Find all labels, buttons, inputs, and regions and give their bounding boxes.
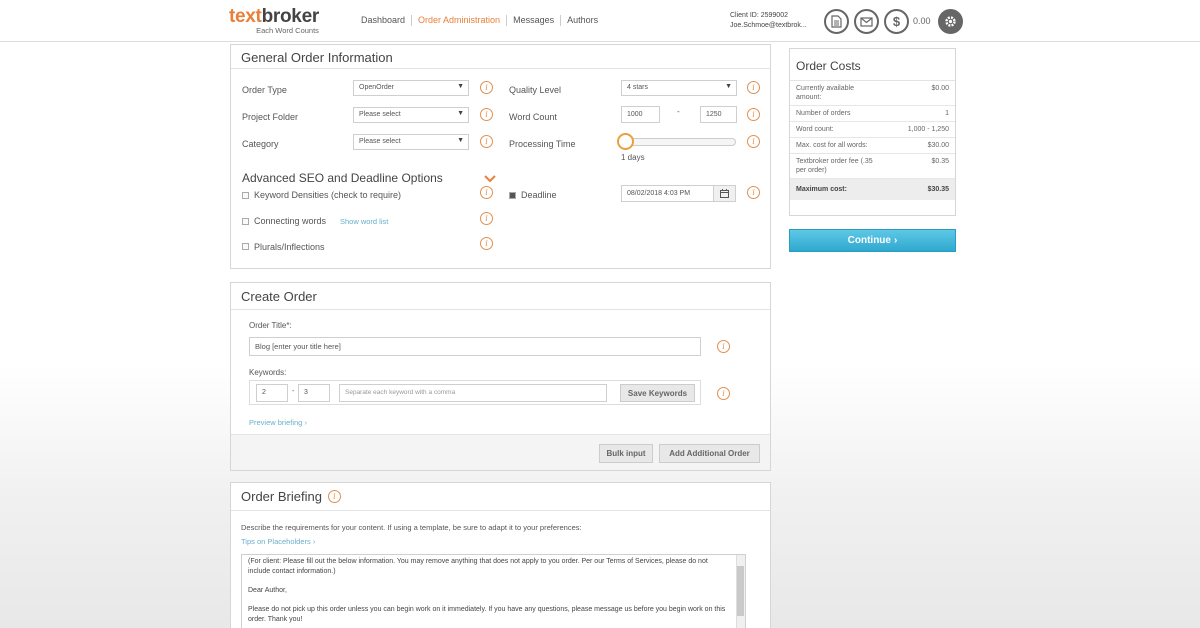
preview-briefing-link[interactable]: Preview briefing ›: [249, 418, 307, 427]
order-title-input[interactable]: Blog [enter your title here]: [249, 337, 701, 356]
word-count-separator: -: [677, 107, 680, 116]
create-order-panel: Create Order Order Title*: Blog [enter y…: [230, 282, 771, 471]
client-info: Client ID: 2599002 Joe.Schmoe@textbrok..…: [730, 11, 807, 31]
category-select[interactable]: Please select ▼: [353, 134, 469, 150]
keyword-min-input[interactable]: 2: [256, 384, 288, 402]
scrollbar[interactable]: [736, 555, 745, 628]
cost-row-orders: Number of orders 1: [790, 106, 955, 122]
info-icon[interactable]: i: [717, 387, 730, 400]
dropdown-arrow-icon: ▼: [457, 83, 464, 90]
dropdown-arrow-icon: ▼: [457, 137, 464, 144]
connecting-words-label: Connecting words: [254, 216, 327, 226]
cost-row-total: Maximum cost: $30.35: [790, 179, 955, 200]
slider-handle[interactable]: [617, 133, 634, 150]
info-icon[interactable]: i: [747, 81, 760, 94]
nav-dashboard[interactable]: Dashboard: [355, 15, 413, 26]
category-label: Category: [242, 139, 279, 149]
plurals-label: Plurals/Inflections: [254, 242, 325, 252]
cost-row-max-cost: Max. cost for all words: $30.00: [790, 138, 955, 154]
mail-icon[interactable]: [854, 9, 879, 34]
textbroker-logo[interactable]: textbroker Each Word Counts: [229, 7, 319, 36]
panel-title: Order Briefing: [241, 489, 322, 504]
info-icon[interactable]: i: [747, 186, 760, 199]
calendar-icon[interactable]: [713, 185, 736, 202]
info-icon[interactable]: i: [480, 108, 493, 121]
main-nav: Dashboard Order Administration Messages …: [355, 15, 604, 26]
deadline-input[interactable]: 08/02/2018 4:03 PM: [621, 185, 714, 202]
project-folder-label: Project Folder: [242, 112, 299, 122]
keyword-max-input[interactable]: 3: [298, 384, 330, 402]
tips-on-placeholders-link[interactable]: Tips on Placeholders ›: [241, 537, 315, 546]
client-id: Client ID: 2599002: [730, 12, 788, 19]
keywords-group: 2 - 3 Separate each keyword with a comma…: [249, 380, 701, 405]
scrollbar-thumb[interactable]: [737, 566, 744, 616]
dropdown-arrow-icon: ▼: [725, 83, 732, 90]
nav-messages[interactable]: Messages: [507, 15, 562, 26]
word-count-min-input[interactable]: 1000: [621, 106, 660, 123]
quality-level-label: Quality Level: [509, 85, 562, 95]
order-costs-title: Order Costs: [790, 49, 955, 81]
word-count-max-input[interactable]: 1250: [700, 106, 737, 123]
info-icon[interactable]: i: [480, 186, 493, 199]
plurals-checkbox[interactable]: [242, 243, 249, 250]
dropdown-arrow-icon: ▼: [457, 110, 464, 117]
save-keywords-button[interactable]: Save Keywords: [620, 384, 695, 402]
connecting-words-checkbox[interactable]: [242, 218, 249, 225]
account-balance: 0.00: [913, 16, 931, 26]
continue-button[interactable]: Continue ›: [789, 229, 956, 252]
advanced-options-title: Advanced SEO and Deadline Options: [242, 171, 443, 185]
chevron-right-icon: ›: [893, 235, 898, 246]
keywords-input[interactable]: Separate each keyword with a comma: [339, 384, 607, 402]
keyword-densities-label: Keyword Densities (check to require): [254, 190, 402, 200]
info-icon[interactable]: i: [327, 490, 341, 503]
create-order-footer: Bulk input Add Additional Order: [231, 434, 770, 470]
top-bar: textbroker Each Word Counts Dashboard Or…: [0, 0, 1200, 42]
processing-time-label: Processing Time: [509, 139, 576, 149]
order-briefing-header: Order Briefing i: [231, 483, 770, 511]
order-type-label: Order Type: [242, 85, 287, 95]
chevron-right-icon: ›: [304, 418, 307, 427]
document-icon[interactable]: [824, 9, 849, 34]
nav-order-administration[interactable]: Order Administration: [412, 15, 508, 26]
dollar-icon[interactable]: $: [884, 9, 909, 34]
add-additional-order-button[interactable]: Add Additional Order: [659, 444, 760, 463]
info-icon[interactable]: i: [480, 135, 493, 148]
order-title-label: Order Title*:: [249, 321, 292, 330]
panel-title: Create Order: [231, 283, 770, 310]
general-order-panel: General Order Information Order Type Ope…: [230, 44, 771, 269]
client-email: Joe.Schmoe@textbrok...: [730, 22, 807, 29]
gear-icon[interactable]: [938, 9, 963, 34]
order-type-select[interactable]: OpenOrder ▼: [353, 80, 469, 96]
info-icon[interactable]: i: [747, 135, 760, 148]
deadline-checkbox[interactable]: [509, 192, 516, 199]
keywords-label: Keywords:: [249, 368, 287, 377]
cost-row-available: Currently available amount: $0.00: [790, 81, 955, 106]
processing-time-slider[interactable]: [623, 138, 736, 146]
info-icon[interactable]: i: [480, 212, 493, 225]
quality-level-select[interactable]: 4 stars ▼: [621, 80, 737, 96]
panel-title: General Order Information: [231, 45, 770, 69]
cost-row-word-count: Word count: 1,000 - 1,250: [790, 122, 955, 138]
chevron-right-icon: ›: [312, 537, 316, 546]
word-count-label: Word Count: [509, 112, 557, 122]
processing-time-value: 1 days: [621, 153, 645, 162]
info-icon[interactable]: i: [747, 108, 760, 121]
briefing-description: Describe the requirements for your conte…: [241, 523, 582, 532]
order-costs-panel: Order Costs Currently available amount: $…: [789, 48, 956, 216]
project-folder-select[interactable]: Please select ▼: [353, 107, 469, 123]
nav-authors[interactable]: Authors: [561, 15, 604, 26]
chevron-down-icon[interactable]: [484, 175, 496, 183]
cost-row-fee: Textbroker order fee (.35 per order) $0.3…: [790, 154, 955, 179]
keyword-densities-checkbox[interactable]: [242, 192, 249, 199]
info-icon[interactable]: i: [480, 81, 493, 94]
deadline-label: Deadline: [521, 190, 557, 200]
logo-tagline: Each Word Counts: [256, 26, 319, 35]
briefing-textarea[interactable]: (For client: Please fill out the below i…: [241, 554, 746, 628]
bulk-input-button[interactable]: Bulk input: [599, 444, 653, 463]
keyword-separator: -: [292, 388, 295, 395]
show-word-list-link[interactable]: Show word list: [340, 217, 388, 226]
info-icon[interactable]: i: [480, 237, 493, 250]
order-briefing-panel: Order Briefing i Describe the requiremen…: [230, 482, 771, 628]
info-icon[interactable]: i: [717, 340, 730, 353]
